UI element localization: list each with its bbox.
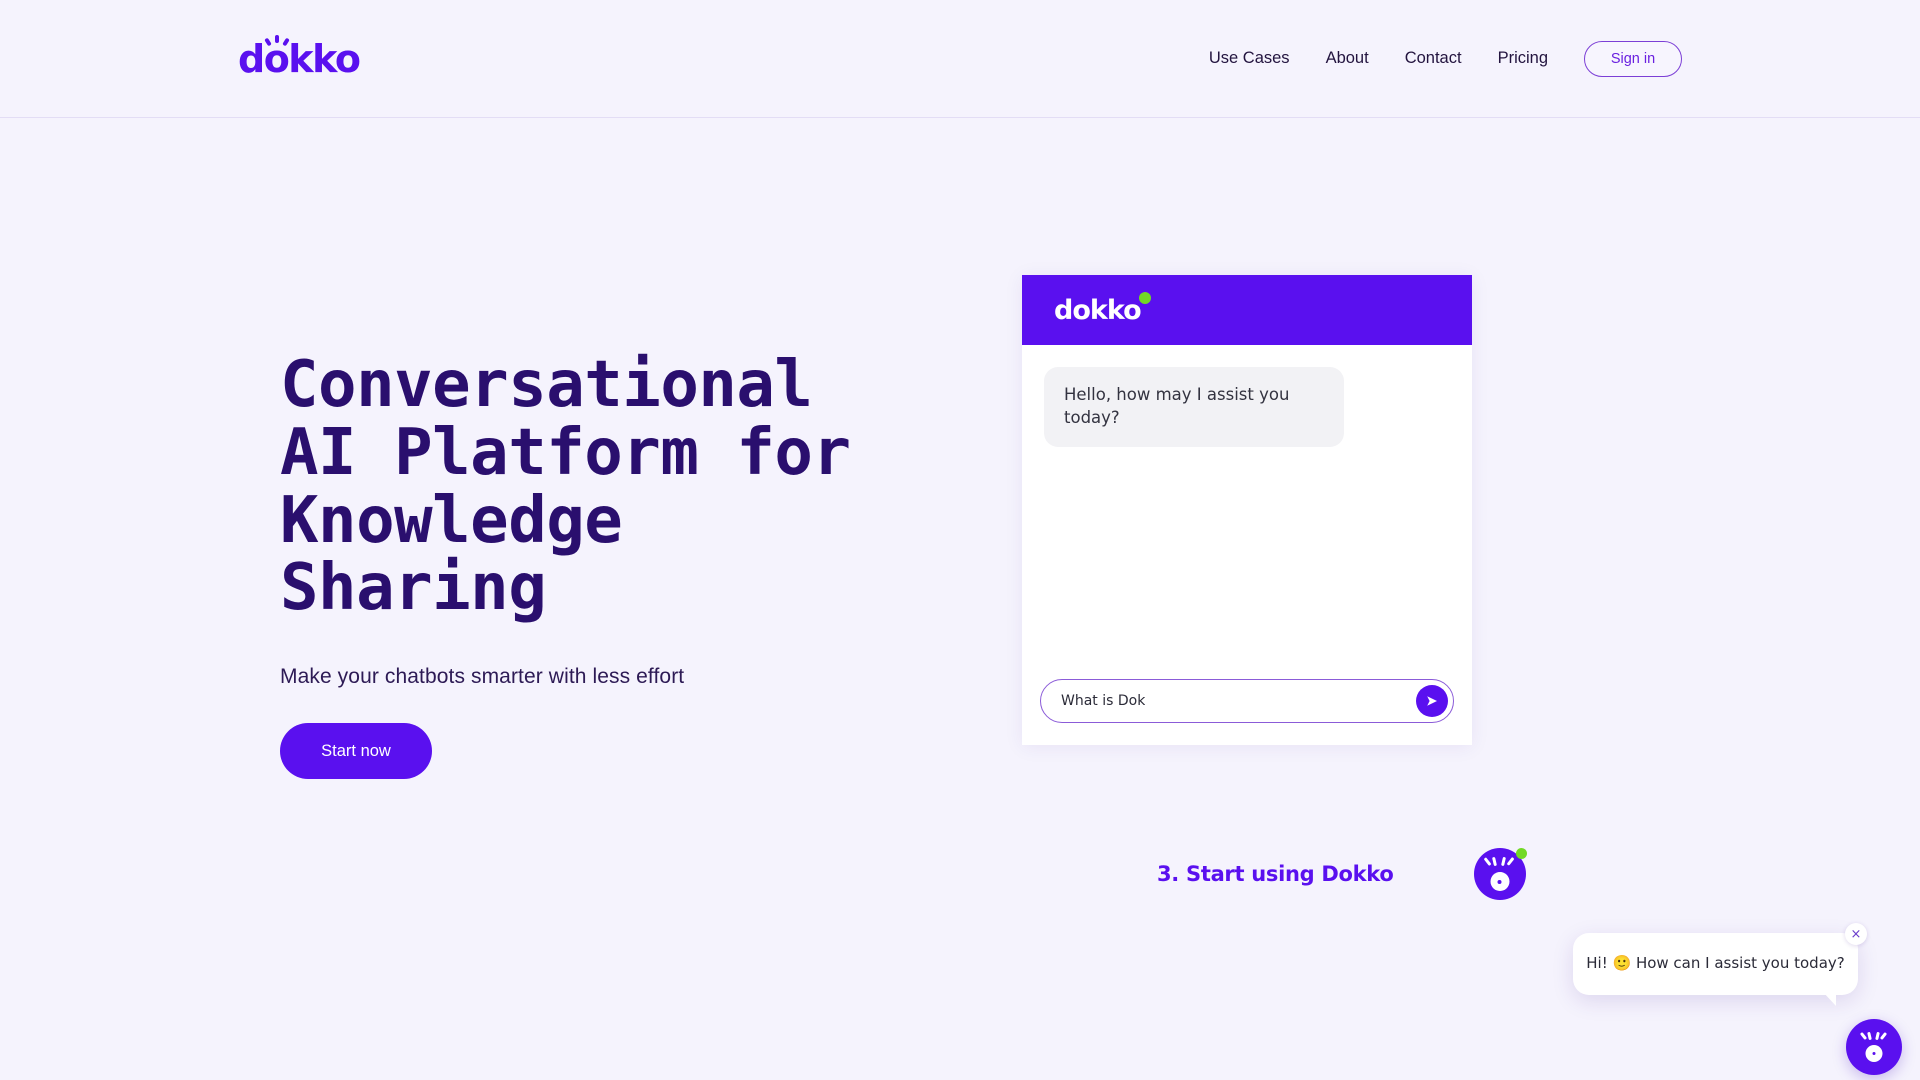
chat-message-input-value: What is Dok (1061, 693, 1146, 709)
site-header: dokko Use Cases About Contact Pricing Si… (0, 0, 1920, 118)
sign-in-button[interactable]: Sign in (1584, 40, 1682, 77)
close-icon[interactable]: × (1845, 923, 1867, 945)
hero-subtitle: Make your chatbots smarter with less eff… (280, 665, 685, 689)
chat-widget-input-row: What is Dok (1022, 679, 1472, 745)
nav-item-use-cases[interactable]: Use Cases (1191, 50, 1308, 67)
step-three-label: 3. Start using Dokko (1157, 862, 1394, 886)
chat-widget-preview: dokko Hello, how may I assist you today?… (1022, 275, 1472, 745)
online-status-dot-icon (1138, 291, 1151, 304)
send-message-button[interactable] (1416, 685, 1448, 717)
dokko-mark-icon (1859, 1031, 1889, 1062)
dokko-avatar (1473, 848, 1527, 900)
chat-message-input[interactable]: What is Dok (1040, 679, 1454, 723)
chat-launcher-button[interactable] (1846, 1019, 1902, 1075)
start-now-button[interactable]: Start now (280, 723, 432, 780)
chat-widget-logo-text: dokko (1054, 294, 1142, 326)
chat-greeting-tooltip: Hi! 🙂 How can I assist you today? × (1573, 923, 1867, 1006)
nav-item-pricing[interactable]: Pricing (1480, 50, 1566, 67)
chat-message-bubble: Hello, how may I assist you today? (1044, 367, 1344, 447)
brand-logo-text: dokko (238, 36, 361, 81)
logo-rays-icon (264, 34, 294, 46)
online-status-dot-icon (1515, 848, 1527, 859)
dokko-mark-icon (1483, 856, 1517, 891)
chat-widget-message-list: Hello, how may I assist you today? (1022, 345, 1472, 679)
chat-widget-header: dokko (1022, 275, 1472, 345)
main-navigation: Use Cases About Contact Pricing Sign in (1191, 40, 1682, 77)
nav-item-about[interactable]: About (1308, 50, 1387, 67)
send-arrow-icon (1427, 696, 1437, 706)
chat-greeting-text: Hi! 🙂 How can I assist you today? (1586, 954, 1845, 973)
page-title: Conversational AI Platform for Knowledge… (280, 348, 851, 626)
chat-widget-logo: dokko (1054, 291, 1151, 326)
hero-copy: Conversational AI Platform for Knowledge… (280, 348, 1000, 780)
nav-item-contact[interactable]: Contact (1387, 50, 1480, 67)
brand-logo[interactable]: dokko (238, 34, 361, 81)
step-three-row: 3. Start using Dokko (1157, 848, 1527, 900)
